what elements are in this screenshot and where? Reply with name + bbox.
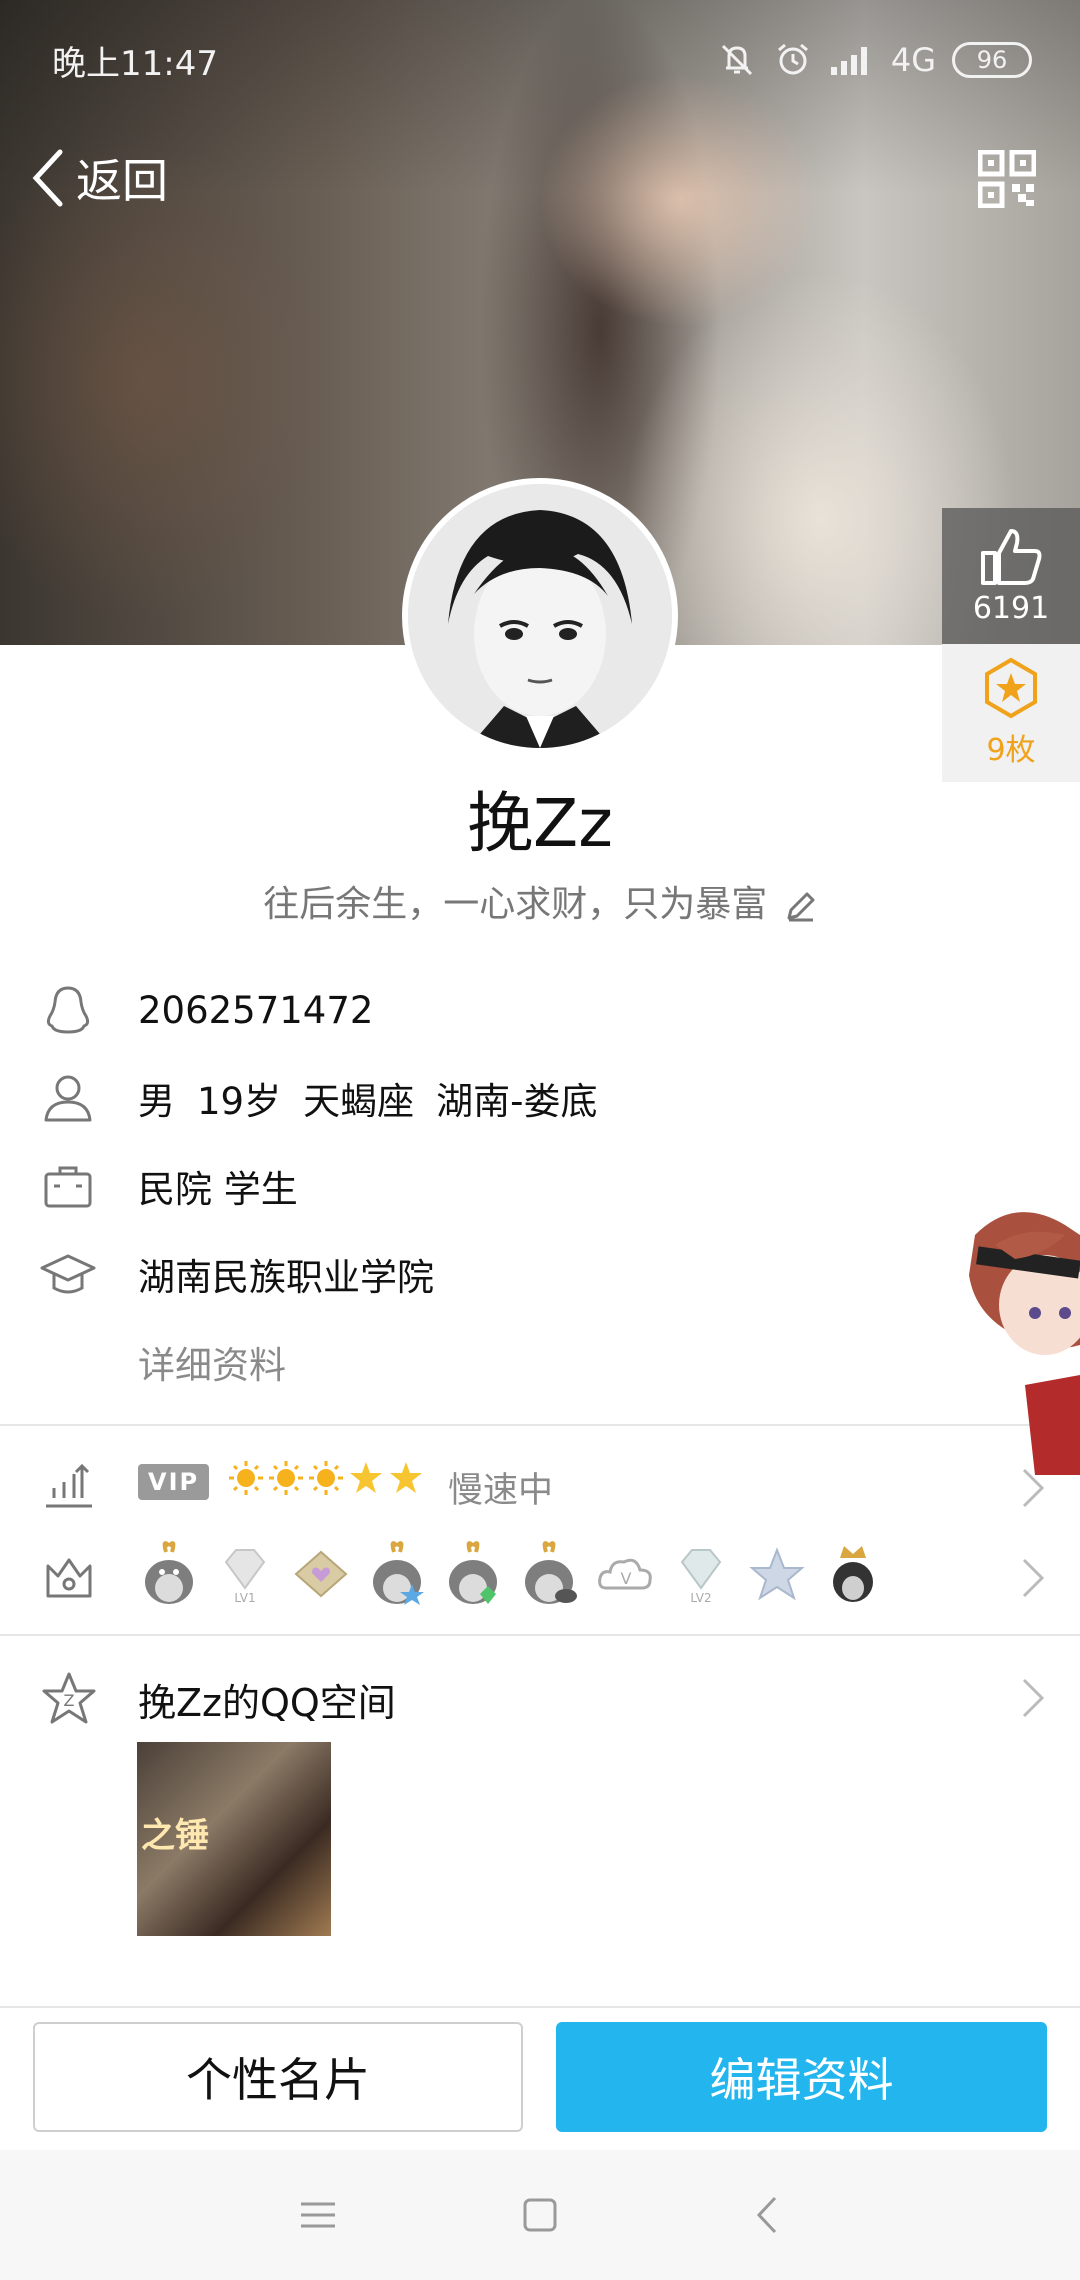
chevron-right-icon: [1022, 1558, 1045, 1598]
diamond-lv1-icon: LV1: [224, 1549, 266, 1605]
battery-indicator: 96: [952, 42, 1032, 78]
school-row: 湖南民族职业学院: [0, 1230, 1080, 1318]
thumbs-up-icon: [981, 528, 1042, 585]
qzone-star-icon: Z: [42, 1672, 96, 1724]
briefcase-icon: [44, 1166, 92, 1208]
vip-status: 慢速中: [448, 1471, 554, 1511]
network-label: 4G: [890, 41, 936, 79]
vip-row[interactable]: VIP 慢速中: [0, 1442, 1080, 1532]
penguin-star-badge-icon: [373, 1541, 424, 1605]
back-button[interactable]: 返回: [28, 145, 168, 211]
medal-count: 9枚: [986, 733, 1036, 768]
vip-cloud-icon: V: [598, 1558, 652, 1590]
divider: [0, 1634, 1080, 1636]
divider: [0, 1424, 1080, 1426]
chevron-right-icon[interactable]: [1018, 1676, 1048, 1720]
edit-profile-button[interactable]: 编辑资料: [556, 2022, 1047, 2132]
alarm-icon: [777, 43, 808, 75]
qzone-photo-thumbnail[interactable]: 之锤: [137, 1742, 331, 1936]
back-nav-icon[interactable]: [743, 2190, 793, 2240]
personal-card-button[interactable]: 个性名片: [33, 2022, 523, 2132]
home-icon[interactable]: [515, 2190, 565, 2240]
qq-number: 2062571472: [138, 988, 374, 1032]
mute-icon: [721, 44, 752, 76]
chevron-left-icon: [32, 149, 63, 207]
floating-mascot[interactable]: [955, 1205, 1080, 1475]
zodiac: 天蝎座: [303, 1080, 415, 1123]
star-icon: [350, 1462, 382, 1493]
badge-row[interactable]: LV1 V LV2: [0, 1532, 1080, 1622]
basic-info-row: 男 19岁 天蝎座 湖南-娄底: [0, 1054, 1080, 1142]
basic-info: 男 19岁 天蝎座 湖南-娄底: [138, 1071, 597, 1125]
diamond-lv2-icon: LV2: [680, 1549, 722, 1605]
svg-text:Z: Z: [64, 1691, 75, 1710]
vip-level-icons: [228, 1460, 424, 1496]
qr-code-icon[interactable]: [978, 150, 1036, 208]
penguin-cloud-badge-icon: [525, 1541, 577, 1604]
edit-pencil-icon[interactable]: [785, 890, 817, 922]
sun-icon: [269, 1461, 303, 1495]
avatar-image: [408, 484, 672, 748]
menu-icon[interactable]: [293, 2190, 343, 2240]
svg-text:LV2: LV2: [690, 1591, 711, 1605]
medal-star-icon: [985, 657, 1037, 719]
job-row: 民院 学生: [0, 1142, 1080, 1230]
like-count: 6191: [972, 590, 1050, 626]
details-row[interactable]: 详细资料: [0, 1318, 1080, 1406]
signature-row[interactable]: 往后余生，一心求财，只为暴富: [0, 875, 1080, 927]
qzone-title[interactable]: 挽Zz的QQ空间: [138, 1672, 396, 1727]
profile-screen: 晚上11:47 4G 96 返回 6191 9枚 挽Zz 往后余生，一心求财，只…: [0, 0, 1080, 2280]
penguin-badge-icon: [145, 1541, 193, 1604]
nickname: 挽Zz: [467, 785, 613, 862]
vip-tag: VIP: [138, 1464, 210, 1500]
avatar[interactable]: [402, 478, 678, 754]
badge-list: LV1 V LV2: [140, 1538, 882, 1608]
back-label: 返回: [76, 154, 168, 208]
user-icon: [44, 1075, 92, 1122]
growth-chart-icon: [46, 1463, 92, 1508]
penguin-icon: [46, 986, 90, 1034]
school-text: 湖南民族职业学院: [138, 1256, 434, 1299]
medal-wall[interactable]: 9枚: [942, 644, 1080, 782]
svg-text:LV1: LV1: [234, 1591, 255, 1605]
penguin-gem-badge-icon: [449, 1541, 497, 1604]
svg-text:V: V: [621, 1569, 632, 1588]
status-time: 晚上11:47: [52, 43, 218, 84]
details-link[interactable]: 详细资料: [138, 1335, 286, 1389]
sun-icon: [309, 1461, 343, 1495]
status-bar: 晚上11:47 4G 96: [0, 0, 1080, 120]
signal-icon: [830, 47, 867, 75]
qzone-thumb-text: 之锤: [141, 1816, 209, 1856]
star-icon: [390, 1462, 422, 1493]
star-badge-icon: [749, 1547, 805, 1601]
age: 19岁: [197, 1080, 282, 1123]
penguin-crown-badge-icon: [833, 1546, 873, 1602]
sun-icon: [229, 1461, 263, 1495]
system-nav-bar: [0, 2150, 1080, 2280]
job-text: 民院 学生: [138, 1168, 298, 1211]
graduation-cap-icon: [40, 1254, 96, 1294]
status-icons: 4G 96: [717, 40, 1032, 80]
gender: 男: [138, 1080, 175, 1123]
signature-text: 往后余生，一心求财，只为暴富: [263, 884, 768, 925]
like-counter[interactable]: 6191: [942, 508, 1080, 644]
crown-icon: [46, 1558, 92, 1598]
location: 湖南-娄底: [436, 1080, 598, 1123]
qq-number-row: 2062571472: [0, 966, 1080, 1054]
heart-diamond-icon: [294, 1550, 348, 1598]
